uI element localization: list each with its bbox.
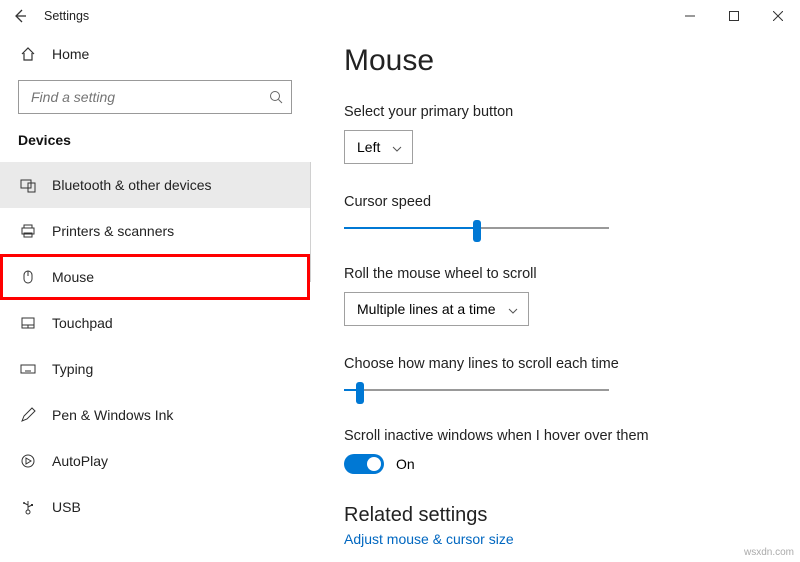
- lines-scroll-label: Choose how many lines to scroll each tim…: [344, 356, 766, 372]
- primary-button-label: Select your primary button: [344, 104, 766, 120]
- sidebar-item-typing[interactable]: Typing: [0, 346, 310, 392]
- autoplay-icon: [18, 453, 38, 469]
- sidebar-item-pen[interactable]: Pen & Windows Ink: [0, 392, 310, 438]
- titlebar: Settings: [0, 0, 800, 32]
- search-icon: [269, 90, 283, 104]
- slider-thumb[interactable]: [473, 220, 481, 242]
- primary-button-dropdown[interactable]: Left: [344, 130, 413, 164]
- slider-track: [344, 389, 609, 391]
- maximize-icon: [729, 11, 739, 21]
- scroll-inactive-toggle[interactable]: [344, 454, 384, 474]
- chevron-down-icon: [508, 301, 518, 317]
- mouse-icon: [18, 269, 38, 285]
- close-icon: [773, 11, 783, 21]
- minimize-icon: [685, 11, 695, 21]
- sidebar-item-printers[interactable]: Printers & scanners: [0, 208, 310, 254]
- search-box[interactable]: [18, 80, 292, 114]
- section-heading: Devices: [0, 128, 310, 162]
- sidebar-item-label: Typing: [52, 361, 93, 377]
- sidebar-item-label: Printers & scanners: [52, 223, 174, 239]
- toggle-state-label: On: [396, 456, 415, 472]
- slider-thumb[interactable]: [356, 382, 364, 404]
- minimize-button[interactable]: [668, 2, 712, 30]
- sidebar-item-mouse[interactable]: Mouse: [0, 254, 310, 300]
- content-panel: Mouse Select your primary button Left Cu…: [310, 32, 800, 562]
- printer-icon: [18, 223, 38, 239]
- adjust-cursor-size-link[interactable]: Adjust mouse & cursor size: [344, 531, 766, 547]
- devices-icon: [18, 177, 38, 193]
- sidebar-item-touchpad[interactable]: Touchpad: [0, 300, 310, 346]
- nav-list: Bluetooth & other devices Printers & sca…: [0, 162, 310, 530]
- wheel-mode-label: Roll the mouse wheel to scroll: [344, 266, 766, 282]
- watermark: wsxdn.com: [744, 547, 794, 558]
- wheel-mode-value: Multiple lines at a time: [357, 301, 496, 317]
- cursor-speed-slider[interactable]: [344, 220, 609, 236]
- slider-fill: [344, 227, 477, 229]
- chevron-down-icon: [392, 139, 402, 155]
- back-button[interactable]: [6, 2, 34, 30]
- toggle-knob: [367, 457, 381, 471]
- sidebar-item-label: Pen & Windows Ink: [52, 407, 173, 423]
- home-nav[interactable]: Home: [0, 32, 310, 76]
- close-button[interactable]: [756, 2, 800, 30]
- sidebar-item-bluetooth[interactable]: Bluetooth & other devices: [0, 162, 310, 208]
- sidebar-item-label: USB: [52, 499, 81, 515]
- keyboard-icon: [18, 361, 38, 377]
- home-label: Home: [52, 46, 89, 62]
- sidebar-item-label: Bluetooth & other devices: [52, 177, 212, 193]
- sidebar-item-label: AutoPlay: [52, 453, 108, 469]
- wheel-mode-dropdown[interactable]: Multiple lines at a time: [344, 292, 529, 326]
- home-icon: [18, 46, 38, 62]
- search-input[interactable]: [29, 88, 269, 106]
- scroll-inactive-label: Scroll inactive windows when I hover ove…: [344, 428, 766, 444]
- touchpad-icon: [18, 315, 38, 331]
- maximize-button[interactable]: [712, 2, 756, 30]
- cursor-speed-label: Cursor speed: [344, 194, 766, 210]
- sidebar-item-label: Mouse: [52, 269, 94, 285]
- back-arrow-icon: [13, 9, 27, 23]
- usb-icon: [18, 499, 38, 515]
- window-title: Settings: [44, 9, 89, 23]
- primary-button-value: Left: [357, 139, 380, 155]
- related-settings-heading: Related settings: [344, 504, 766, 527]
- sidebar-item-autoplay[interactable]: AutoPlay: [0, 438, 310, 484]
- pen-icon: [18, 407, 38, 423]
- page-title: Mouse: [344, 44, 766, 78]
- lines-scroll-slider[interactable]: [344, 382, 609, 398]
- sidebar-item-usb[interactable]: USB: [0, 484, 310, 530]
- sidebar: Home Devices Bluetooth & other devices P…: [0, 32, 310, 562]
- sidebar-item-label: Touchpad: [52, 315, 113, 331]
